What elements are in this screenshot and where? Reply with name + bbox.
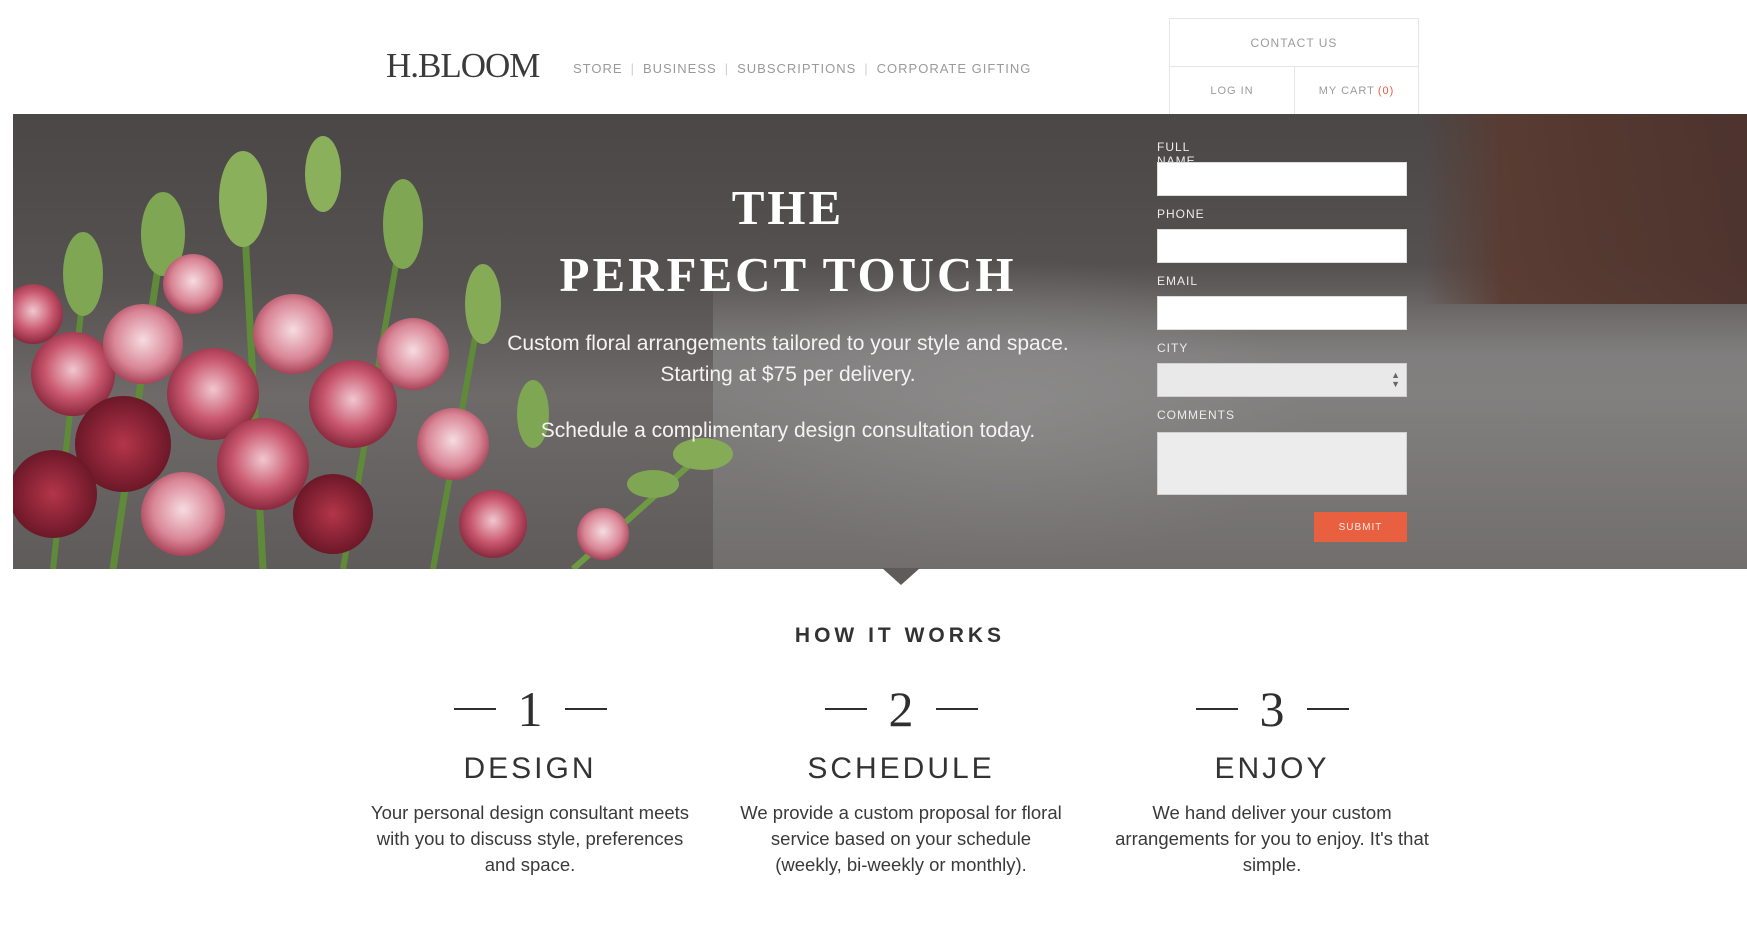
submit-button[interactable]: SUBMIT: [1314, 512, 1407, 542]
full-name-input[interactable]: [1157, 162, 1407, 196]
nav-subscriptions-link[interactable]: SUBSCRIPTIONS: [729, 61, 864, 76]
step-number: 3: [1259, 681, 1285, 737]
step-number-wrap: 3: [1107, 678, 1437, 740]
step-dash: [1195, 708, 1238, 710]
step-dash: [564, 708, 607, 710]
step-number-wrap: 1: [365, 678, 695, 740]
hero-pointer-notch: [882, 568, 920, 585]
login-link[interactable]: LOG IN: [1170, 67, 1295, 115]
comments-textarea[interactable]: [1157, 432, 1407, 495]
select-arrows-icon: ▲ ▼: [1391, 370, 1400, 389]
comments-label: COMMENTS: [1157, 408, 1235, 422]
hero-title-line1: THE: [731, 180, 845, 235]
step-design: 1 DESIGN Your personal design consultant…: [365, 678, 695, 878]
nav-store-link[interactable]: STORE: [573, 61, 631, 76]
step-number-wrap: 2: [736, 678, 1066, 740]
hero-title: THE PERFECT TOUCH: [443, 174, 1133, 308]
step-dash: [824, 708, 867, 710]
step-dash: [935, 708, 978, 710]
how-it-works-title: HOW IT WORKS: [794, 624, 1006, 647]
cart-link[interactable]: MY CART (0): [1295, 67, 1418, 115]
nav-business-link[interactable]: BUSINESS: [635, 61, 725, 76]
step-description: We hand deliver your custom arrangements…: [1115, 802, 1429, 875]
city-label: CITY: [1157, 341, 1189, 355]
step-schedule: 2 SCHEDULE We provide a custom proposal …: [736, 678, 1066, 878]
step-dash: [453, 708, 496, 710]
step-description: We provide a custom proposal for floral …: [740, 802, 1062, 875]
phone-label: PHONE: [1157, 207, 1205, 221]
nav-corporate-gifting-link[interactable]: CORPORATE GIFTING: [869, 61, 1040, 76]
contact-us-link[interactable]: CONTACT US: [1170, 19, 1418, 67]
step-title: DESIGN: [463, 752, 597, 785]
cart-count-badge: (0): [1377, 85, 1395, 97]
brand-logo[interactable]: H.BLOOM: [386, 46, 540, 86]
main-nav: STORE | BUSINESS | SUBSCRIPTIONS | CORPO…: [573, 61, 1039, 76]
step-enjoy: 3 ENJOY We hand deliver your custom arra…: [1107, 678, 1437, 878]
hero-title-line2: PERFECT TOUCH: [559, 247, 1017, 302]
phone-input[interactable]: [1157, 229, 1407, 263]
hero-cta-text: Schedule a complimentary design consulta…: [540, 419, 1036, 442]
email-label: EMAIL: [1157, 274, 1199, 288]
step-number: 2: [888, 681, 914, 737]
account-box: CONTACT US LOG IN MY CART (0): [1169, 18, 1419, 115]
hero-background-wood: [1423, 114, 1747, 304]
city-select[interactable]: ▲ ▼: [1157, 363, 1407, 397]
email-input[interactable]: [1157, 296, 1407, 330]
step-description: Your personal design consultant meets wi…: [370, 802, 690, 875]
cart-label: MY CART: [1318, 85, 1375, 97]
hero-banner: THE PERFECT TOUCH Custom floral arrangem…: [13, 114, 1747, 569]
step-title: SCHEDULE: [807, 752, 995, 785]
step-dash: [1306, 708, 1349, 710]
hero-description: Custom floral arrangements tailored to y…: [507, 332, 1069, 386]
step-title: ENJOY: [1214, 752, 1330, 785]
step-number: 1: [517, 681, 543, 737]
